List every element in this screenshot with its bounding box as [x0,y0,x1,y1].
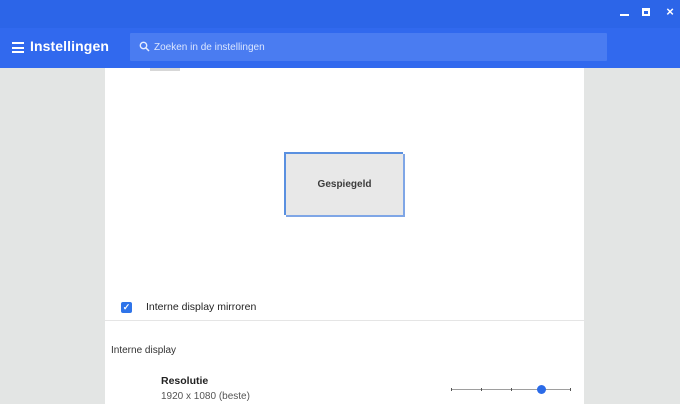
maximize-icon [642,8,650,16]
resolution-value: 1920 x 1080 (beste) [161,391,250,402]
search-icon [139,41,150,52]
minimize-button[interactable] [620,8,632,16]
slider-tick [570,388,571,391]
slider-tick [481,388,482,391]
display-arrangement-preview[interactable]: Gespiegeld [284,152,403,215]
close-button[interactable]: × [664,5,676,18]
search-box[interactable] [130,33,607,61]
resolution-title: Resolutie [161,375,209,387]
window-titlebar: × [0,0,680,28]
section-divider [105,320,584,321]
slider-tick [451,388,452,391]
display-settings-card: Gespiegeld ✓ Interne display mirroren In… [105,68,584,404]
section-title-internal-display: Interne display [111,345,177,356]
display-arrangement-label: Gespiegeld [317,179,372,190]
minimize-icon [620,14,629,16]
search-input[interactable] [154,37,594,57]
slider-thumb[interactable] [536,385,546,394]
slider-tick [511,388,512,391]
hamburger-menu-icon[interactable] [12,42,24,53]
resolution-slider[interactable] [451,384,571,396]
window-controls: × [620,3,676,21]
app-title: Instellingen [30,38,109,54]
mirror-label: Interne display mirroren [146,301,257,313]
mirror-checkbox[interactable]: ✓ [121,301,132,313]
check-icon: ✓ [122,301,131,312]
settings-appbar: Instellingen [0,28,680,68]
clipped-heading [150,68,180,71]
maximize-button[interactable] [642,8,654,16]
mirror-toggle-row[interactable]: ✓ Interne display mirroren [121,299,256,315]
